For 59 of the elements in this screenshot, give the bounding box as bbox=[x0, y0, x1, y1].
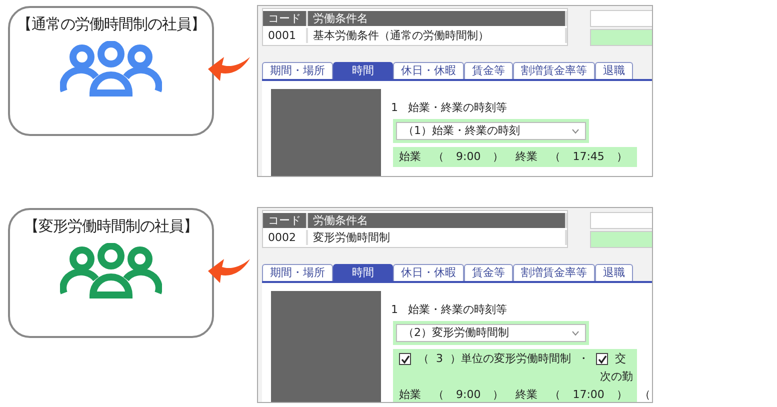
section-number: 1 bbox=[391, 101, 398, 115]
column-header: コード bbox=[263, 11, 308, 26]
time-text: ） bbox=[492, 150, 504, 164]
time-text: 始業 bbox=[399, 150, 421, 164]
tab[interactable]: 割増賃金率等 bbox=[513, 264, 595, 281]
tab[interactable]: 割増賃金率等 bbox=[513, 62, 595, 79]
section-number: 1 bbox=[391, 303, 398, 317]
time-text: 9:00 bbox=[456, 150, 481, 164]
time-text: （ bbox=[550, 150, 561, 164]
tab[interactable]: 退職 bbox=[595, 62, 633, 79]
section-heading: 始業・終業の時刻等 bbox=[408, 101, 507, 115]
time-text: 終業 bbox=[516, 388, 538, 402]
card-title: 【変形労働時間制の社員】 bbox=[24, 219, 198, 233]
caret-icon bbox=[572, 128, 579, 134]
time-text: （ bbox=[433, 150, 444, 164]
time-text: 終業 bbox=[516, 150, 538, 164]
field[interactable] bbox=[590, 29, 652, 46]
tab[interactable]: 退職 bbox=[595, 264, 633, 281]
time-text: ） bbox=[616, 388, 628, 402]
dropdown[interactable]: （2）変形労働時間制 bbox=[396, 324, 586, 342]
tab[interactable]: 賃金等 bbox=[464, 264, 513, 281]
tab[interactable]: 期間・場所 bbox=[262, 62, 333, 79]
column-header: 労働条件名 bbox=[308, 11, 567, 26]
tab[interactable]: 時間 bbox=[333, 62, 393, 79]
card-title: 【通常の労働時間制の社員】 bbox=[16, 17, 206, 31]
tab[interactable]: 時間 bbox=[333, 264, 393, 281]
dropdown[interactable]: （1）始業・終業の時刻 bbox=[396, 122, 586, 140]
time-text: 9:00 bbox=[456, 388, 481, 402]
checkbox[interactable] bbox=[399, 353, 411, 365]
time-text: 17:00 bbox=[572, 388, 604, 402]
column-header: コード bbox=[263, 213, 308, 228]
tab[interactable]: 賃金等 bbox=[464, 62, 513, 79]
time-text: ） bbox=[492, 388, 504, 402]
caret-icon bbox=[572, 330, 579, 336]
time-text: （ bbox=[550, 388, 561, 402]
time-text: （ bbox=[639, 388, 650, 402]
code-cell: 0001 bbox=[263, 28, 308, 43]
note-text: 次の勤 bbox=[600, 370, 633, 384]
time-text: 17:45 bbox=[572, 150, 604, 164]
name-cell: 変形労働時間制 bbox=[308, 230, 567, 245]
tab[interactable]: 期間・場所 bbox=[262, 264, 333, 281]
option-text: 3 bbox=[436, 352, 443, 366]
time-text: 始業 bbox=[399, 388, 421, 402]
option-text: （ bbox=[418, 352, 429, 366]
tab[interactable]: 休日・休暇 bbox=[393, 62, 464, 79]
name-cell: 基本労働条件（通常の労働時間制） bbox=[308, 28, 567, 43]
time-text: ） bbox=[616, 150, 628, 164]
option-text: 交 bbox=[615, 352, 626, 366]
field[interactable] bbox=[590, 10, 652, 27]
field[interactable] bbox=[590, 212, 652, 229]
section-heading: 始業・終業の時刻等 bbox=[408, 303, 507, 317]
time-text: （ bbox=[433, 388, 444, 402]
field[interactable] bbox=[590, 231, 652, 248]
option-text: ）単位の変形労働時間制 bbox=[450, 352, 571, 366]
option-text: ・ bbox=[578, 352, 589, 366]
tab[interactable]: 休日・休暇 bbox=[393, 264, 464, 281]
code-cell: 0002 bbox=[263, 230, 308, 245]
checkbox[interactable] bbox=[596, 353, 608, 365]
column-header: 労働条件名 bbox=[308, 213, 567, 228]
